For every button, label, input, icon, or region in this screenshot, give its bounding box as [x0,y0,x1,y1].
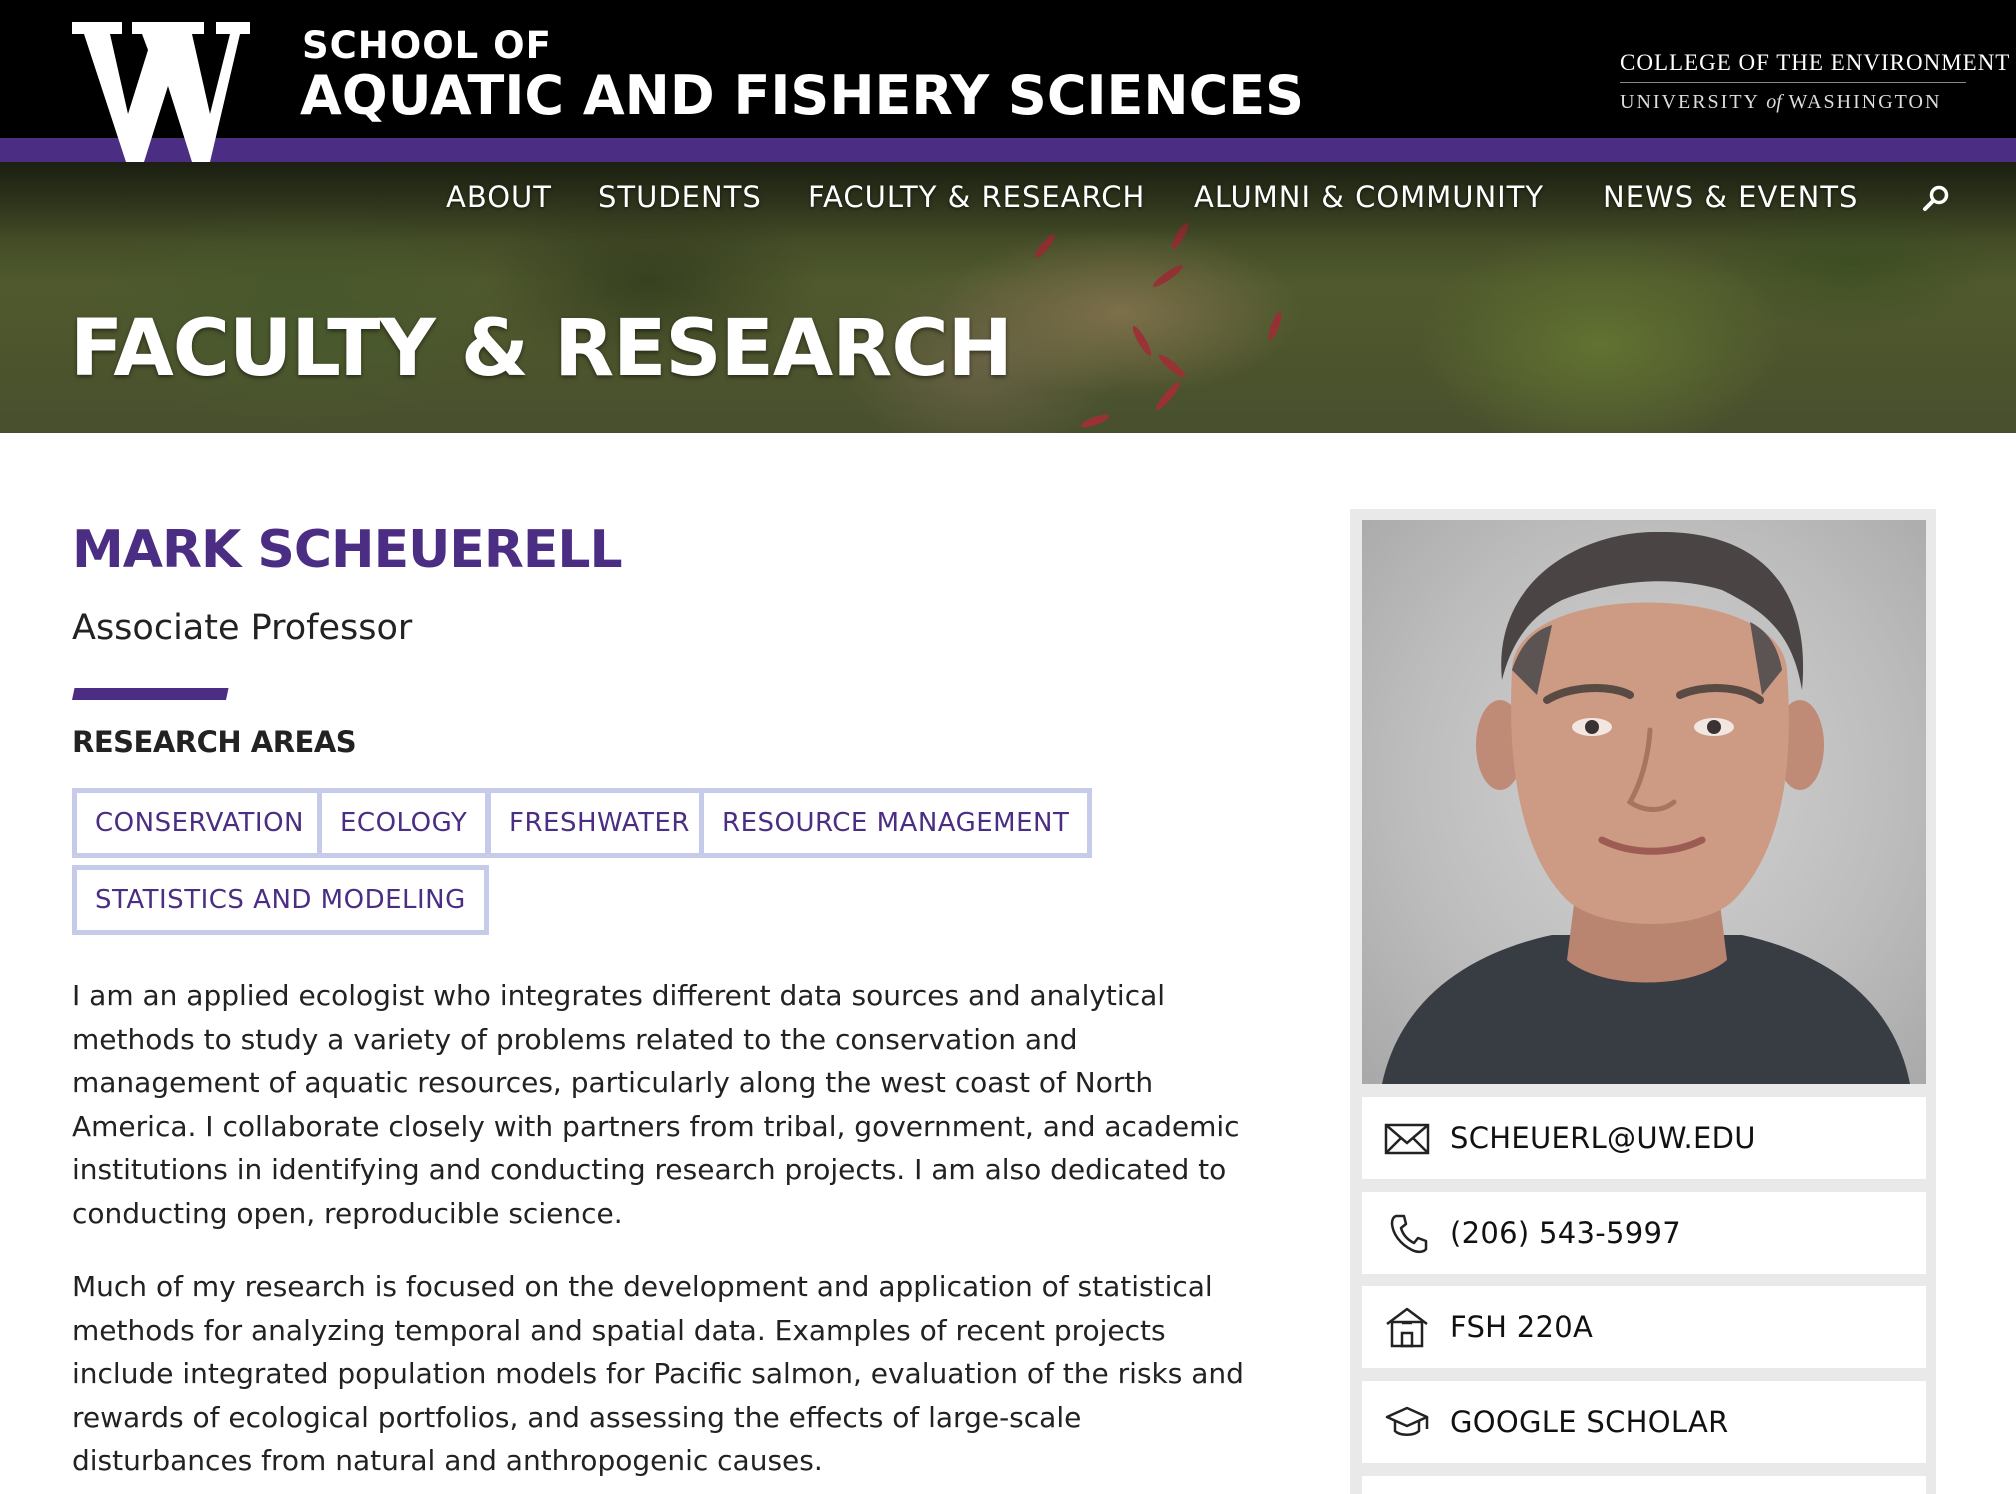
contact-google-scholar[interactable]: GOOGLE SCHOLAR [1362,1381,1926,1463]
nav-alumni-community[interactable]: ALUMNI & COMMUNITY [1194,172,1544,222]
faculty-name: MARK SCHEUERELL [72,520,623,580]
main-nav: ABOUT STUDENTS FACULTY & RESEARCH ALUMNI… [0,172,2016,222]
university-link[interactable]: UNIVERSITY of WASHINGTON [1620,91,1941,114]
envelope-icon [1384,1123,1430,1155]
contact-office-label: FSH 220A [1450,1310,1594,1344]
school-name-line2[interactable]: AQUATIC AND FISHERY SCIENCES [300,64,1304,128]
contact-google-scholar-label: GOOGLE SCHOLAR [1450,1405,1729,1439]
contact-office[interactable]: FSH 220A [1362,1286,1926,1368]
accent-divider [72,688,229,700]
hero-title: FACULTY & RESEARCH [70,304,1013,394]
university-text-of: of [1766,91,1782,113]
school-name-line1[interactable]: SCHOOL OF [302,24,552,68]
bio-paragraph: I am an applied ecologist who integrates… [72,979,1240,1230]
nav-news-events[interactable]: NEWS & EVENTS [1603,172,1858,222]
research-tag-resource-management[interactable]: RESOURCE MANAGEMENT [699,788,1093,858]
contact-phone[interactable]: (206) 543-5997 [1362,1192,1926,1274]
contact-email-label: SCHEUERL@UW.EDU [1450,1121,1756,1155]
research-areas-heading: RESEARCH AREAS [72,725,357,759]
faculty-photo [1362,520,1926,1084]
research-tag-ecology[interactable]: ECOLOGY [317,788,491,858]
building-icon [1386,1307,1428,1348]
research-tag-conservation[interactable]: CONSERVATION [72,788,327,858]
nav-faculty-research[interactable]: FACULTY & RESEARCH [808,172,1145,222]
header-purple-strip [0,138,2016,162]
faculty-title: Associate Professor [72,608,413,648]
uw-logo[interactable] [44,22,250,162]
phone-icon [1390,1214,1428,1254]
contact-email[interactable]: SCHEUERL@UW.EDU [1362,1097,1926,1179]
college-link[interactable]: COLLEGE OF THE ENVIRONMENT [1620,50,2009,83]
portrait-illustration [1382,531,1910,1084]
nav-about[interactable]: ABOUT [446,172,552,222]
university-text-post: WASHINGTON [1781,91,1942,113]
research-tag-freshwater[interactable]: FRESHWATER [486,788,713,858]
research-tag-statistics-modeling[interactable]: STATISTICS AND MODELING [72,865,489,935]
bio-paragraph: Much of my research is focused on the de… [72,1270,1244,1477]
university-text-pre: UNIVERSITY [1620,91,1767,113]
contact-phone-label: (206) 543-5997 [1450,1216,1682,1250]
nav-students[interactable]: STUDENTS [598,172,762,222]
graduation-cap-icon [1385,1406,1429,1436]
search-icon[interactable] [1922,184,1950,212]
contact-next-item[interactable] [1362,1476,1926,1494]
